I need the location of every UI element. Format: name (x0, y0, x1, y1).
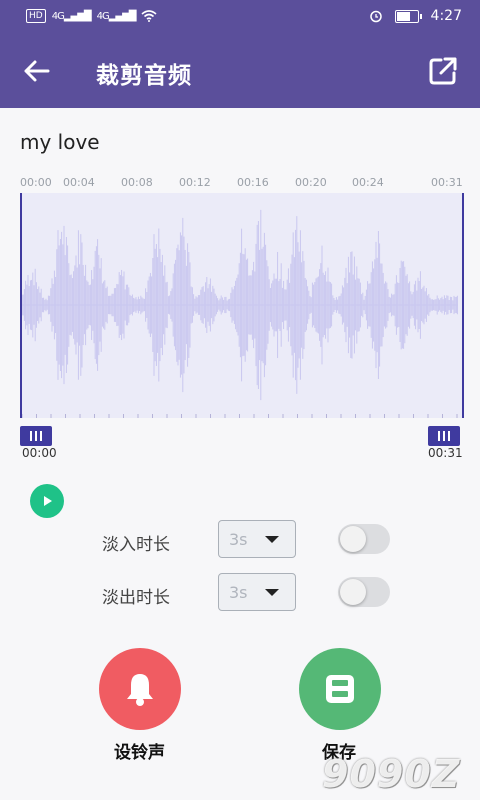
fade-out-toggle[interactable] (338, 577, 390, 607)
trim-end-handle[interactable] (428, 426, 460, 446)
fade-in-label: 淡入时长 (102, 535, 170, 555)
fade-in-select[interactable]: 3s (218, 520, 296, 558)
play-icon (44, 496, 52, 506)
tick-label: 00:16 (237, 176, 269, 189)
trim-end-time: 00:31 (428, 446, 463, 460)
audio-file-name: my love (20, 130, 100, 154)
tick-label: 00:08 (121, 176, 153, 189)
tick-label: 00:00 (20, 176, 52, 189)
tick-label: 00:04 (63, 176, 95, 189)
fade-in-value: 3s (229, 530, 248, 549)
signal-icon-2: 4G▂▄▆█ (96, 10, 137, 22)
hd-badge: HD (26, 9, 46, 23)
fade-out-select[interactable]: 3s (218, 573, 296, 611)
bell-icon (127, 674, 153, 706)
battery-icon (394, 9, 422, 23)
caret-down-icon (265, 536, 279, 543)
signal-icon-1: 4G▂▄▆█ (51, 10, 92, 22)
trim-start-handle[interactable] (20, 426, 52, 446)
wifi-icon (141, 10, 158, 22)
fade-out-value: 3s (229, 583, 248, 602)
status-bar: HD 4G▂▄▆█ 4G▂▄▆█ 4:27 (0, 0, 480, 34)
tick-label: 00:24 (352, 176, 384, 189)
alarm-icon (369, 10, 382, 23)
save-icon (326, 675, 354, 703)
trim-start-time: 00:00 (22, 446, 57, 460)
set-ringtone-label: 设铃声 (114, 743, 165, 763)
tick-label: 00:20 (295, 176, 327, 189)
tick-label: 00:12 (179, 176, 211, 189)
tick-label: 00:31 (431, 176, 463, 189)
external-link-icon (429, 57, 457, 85)
play-button[interactable] (30, 484, 64, 518)
export-button[interactable] (428, 56, 458, 86)
set-ringtone-button[interactable] (99, 648, 181, 730)
page-title: 裁剪音频 (96, 63, 192, 89)
caret-down-icon (265, 589, 279, 596)
clock: 4:27 (430, 8, 462, 24)
save-button[interactable] (299, 648, 381, 730)
time-ruler: 00:00 00:04 00:08 00:12 00:16 00:20 00:2… (20, 176, 463, 192)
back-button[interactable] (20, 56, 54, 86)
waveform (22, 209, 458, 418)
fade-in-toggle[interactable] (338, 524, 390, 554)
toolbar: 裁剪音频 (0, 34, 480, 108)
waveform-selection[interactable] (20, 193, 464, 418)
watermark-logo: 9090Z (322, 752, 461, 796)
fade-out-label: 淡出时长 (102, 588, 170, 608)
arrow-left-icon (24, 60, 50, 82)
